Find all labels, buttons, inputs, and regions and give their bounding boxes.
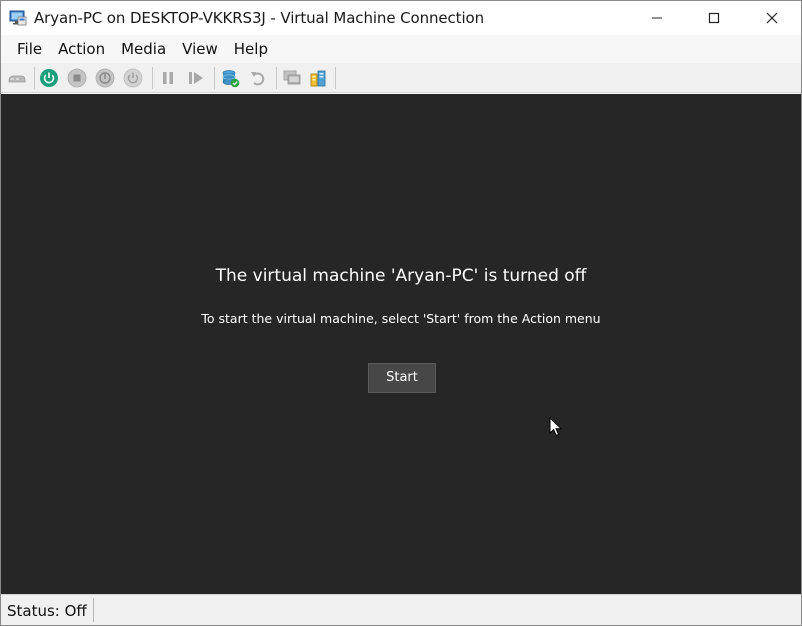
resume-icon[interactable]: [186, 68, 206, 88]
vm-connection-app-icon: [9, 9, 27, 27]
vm-status-instruction: To start the virtual machine, select 'St…: [201, 311, 601, 326]
start-icon[interactable]: [39, 68, 59, 88]
close-icon: [766, 12, 778, 24]
minimize-button[interactable]: [628, 1, 686, 35]
window-title: Aryan-PC on DESKTOP-VKKRS3J - Virtual Ma…: [34, 9, 485, 27]
start-button[interactable]: Start: [368, 363, 436, 393]
status-bar: Status: Off: [1, 594, 801, 625]
shut-down-icon[interactable]: [95, 68, 115, 88]
menu-media[interactable]: Media: [113, 35, 174, 63]
toolbar-separator: [152, 67, 153, 89]
enhanced-session-icon[interactable]: [282, 68, 302, 88]
toolbar-separator: [335, 67, 336, 89]
menu-help[interactable]: Help: [226, 35, 276, 63]
pause-icon[interactable]: [158, 68, 178, 88]
vm-display-area[interactable]: The virtual machine 'Aryan-PC' is turned…: [1, 94, 801, 594]
status-text: Status: Off: [7, 602, 87, 620]
title-bar[interactable]: Aryan-PC on DESKTOP-VKKRS3J - Virtual Ma…: [1, 1, 801, 35]
vm-connection-window: Aryan-PC on DESKTOP-VKKRS3J - Virtual Ma…: [0, 0, 802, 626]
toolbar: [1, 63, 801, 93]
maximize-button[interactable]: [685, 1, 743, 35]
menu-action[interactable]: Action: [50, 35, 113, 63]
save-icon[interactable]: [123, 68, 143, 88]
menu-file[interactable]: File: [9, 35, 50, 63]
menu-view[interactable]: View: [174, 35, 226, 63]
mouse-cursor-icon: [549, 416, 563, 442]
status-separator: [93, 598, 94, 622]
vm-status-heading: The virtual machine 'Aryan-PC' is turned…: [215, 266, 587, 286]
turn-off-icon[interactable]: [67, 68, 87, 88]
minimize-icon: [652, 17, 662, 19]
toolbar-separator: [34, 67, 35, 89]
checkpoint-icon[interactable]: [220, 68, 240, 88]
ctrl-alt-del-icon[interactable]: [7, 68, 27, 88]
toolbar-separator: [276, 67, 277, 89]
share-icon[interactable]: [308, 68, 328, 88]
menu-bar: File Action Media View Help: [1, 35, 801, 63]
maximize-icon: [708, 12, 720, 24]
revert-icon[interactable]: [248, 68, 268, 88]
close-button[interactable]: [743, 1, 801, 35]
toolbar-separator: [214, 67, 215, 89]
